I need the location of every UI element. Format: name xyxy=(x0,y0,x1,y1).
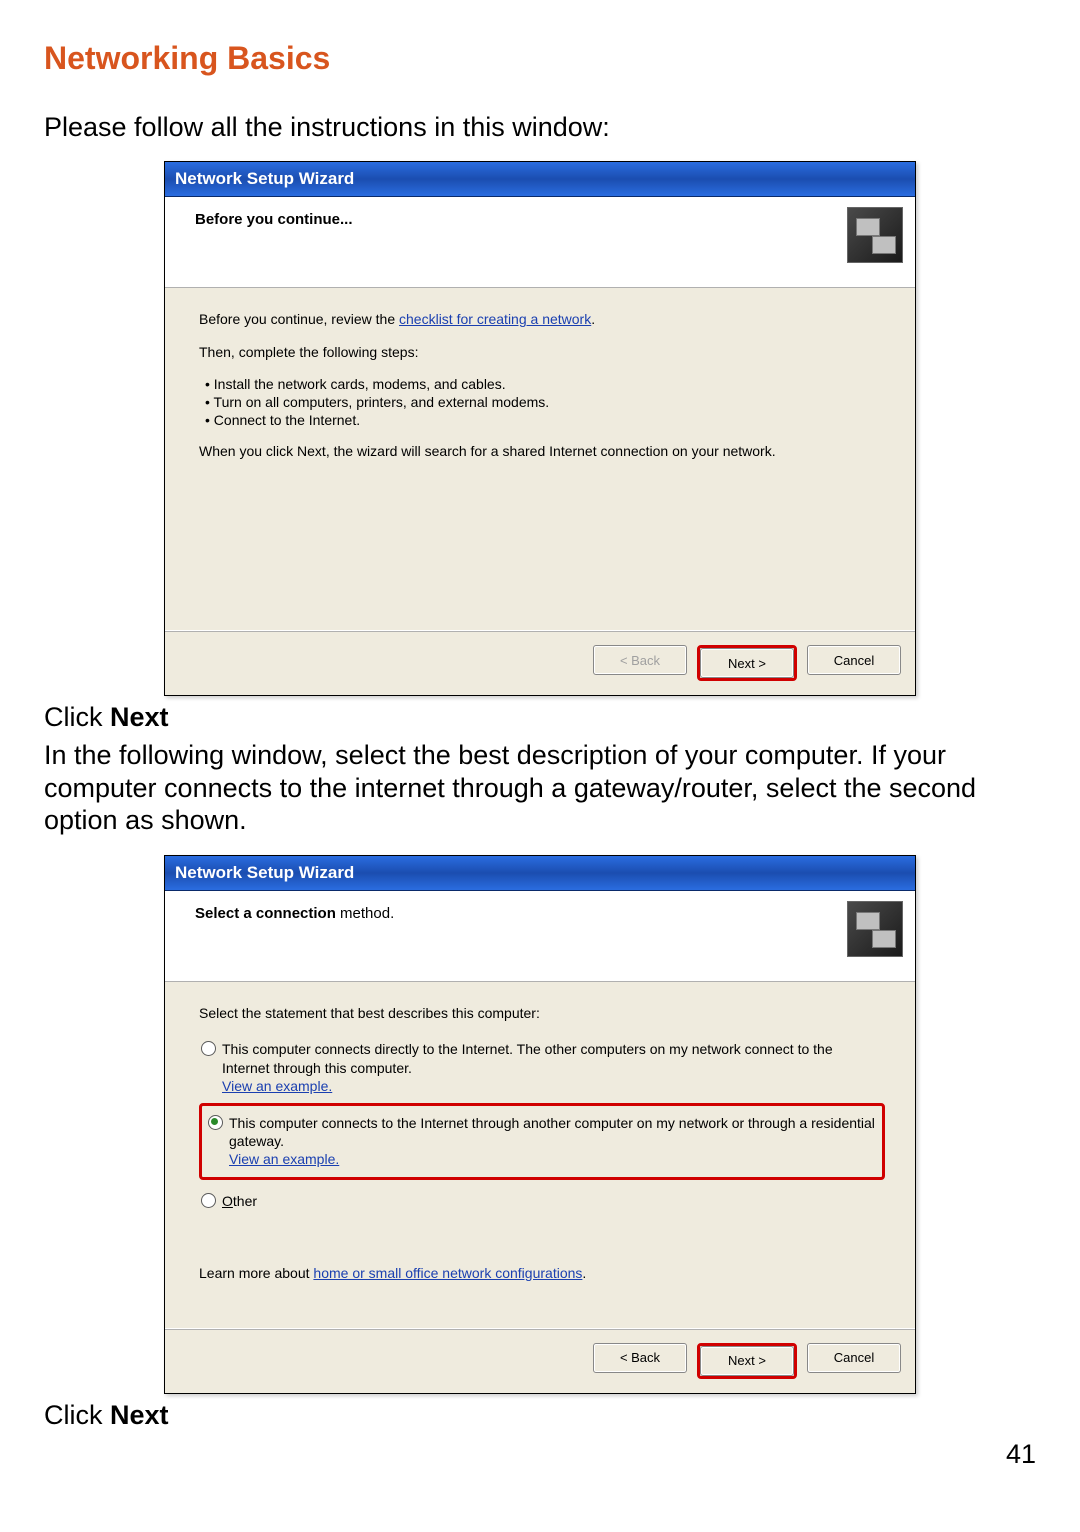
network-icon xyxy=(847,901,903,957)
click-next-2: Click Next xyxy=(44,1400,1036,1431)
learn-pre: Learn more about xyxy=(199,1265,313,1281)
wizard2-body: Select the statement that best describes… xyxy=(165,982,915,1328)
option-direct-connection[interactable]: This computer connects directly to the I… xyxy=(199,1036,885,1099)
wizard-before-you-continue: Network Setup Wizard Before you continue… xyxy=(164,161,916,696)
click-next-prefix-2: Click xyxy=(44,1400,110,1430)
wizard2-learn-more: Learn more about home or small office ne… xyxy=(199,1264,885,1283)
option2-label: This computer connects to the Internet t… xyxy=(229,1114,876,1169)
wizard1-bullet2: Turn on all computers, printers, and ext… xyxy=(205,394,885,410)
wizard2-header-bold: Select a connection xyxy=(195,905,336,922)
wizard1-header: Before you continue... xyxy=(165,197,915,288)
click-next-1: Click Next xyxy=(44,702,1036,733)
option-gateway-connection[interactable]: This computer connects to the Internet t… xyxy=(206,1110,878,1173)
wizard2-titlebar: Network Setup Wizard xyxy=(165,856,915,891)
wizard1-line2: Then, complete the following steps: xyxy=(199,343,885,362)
wizard2-header: Select a connection method. xyxy=(165,891,915,982)
page-heading: Networking Basics xyxy=(44,40,1036,77)
wizard1-header-title: Before you continue... xyxy=(195,209,353,228)
wizard1-buttons: < Back Next > Cancel xyxy=(165,630,915,695)
option2-text: This computer connects to the Internet t… xyxy=(229,1115,875,1149)
back-button[interactable]: < Back xyxy=(593,1343,687,1373)
wizard1-bullets: Install the network cards, modems, and c… xyxy=(199,376,885,428)
network-icon xyxy=(847,207,903,263)
view-example-link-2[interactable]: View an example. xyxy=(229,1151,339,1167)
option1-label: This computer connects directly to the I… xyxy=(222,1040,883,1095)
wizard1-bullet3: Connect to the Internet. xyxy=(205,412,885,428)
wizard1-title: Network Setup Wizard xyxy=(175,169,354,189)
wizard1-bullet1: Install the network cards, modems, and c… xyxy=(205,376,885,392)
learn-more-link[interactable]: home or small office network configurati… xyxy=(313,1265,582,1281)
option-gateway-highlight: This computer connects to the Internet t… xyxy=(199,1103,885,1180)
click-next-prefix: Click xyxy=(44,702,110,732)
page-number: 41 xyxy=(1006,1439,1036,1470)
option1-text: This computer connects directly to the I… xyxy=(222,1041,833,1075)
wizard-select-connection: Network Setup Wizard Select a connection… xyxy=(164,855,916,1394)
wizard2-title: Network Setup Wizard xyxy=(175,863,354,883)
option-other[interactable]: Other xyxy=(199,1188,885,1214)
wizard2-prompt: Select the statement that best describes… xyxy=(199,1004,885,1023)
next-button[interactable]: Next > xyxy=(700,648,794,678)
intro-text: Please follow all the instructions in th… xyxy=(44,111,1036,143)
wizard1-body: Before you continue, review the checklis… xyxy=(165,288,915,630)
cancel-button[interactable]: Cancel xyxy=(807,1343,901,1373)
click-next-bold-2: Next xyxy=(110,1400,169,1430)
radio-icon xyxy=(201,1193,216,1208)
radio-icon-checked xyxy=(208,1115,223,1130)
option3-label: Other xyxy=(222,1192,883,1210)
back-button[interactable]: < Back xyxy=(593,645,687,675)
click-next-bold: Next xyxy=(110,702,169,732)
wizard1-line1-pre: Before you continue, review the xyxy=(199,311,399,327)
wizard2-buttons: < Back Next > Cancel xyxy=(165,1328,915,1393)
next-button-highlight: Next > xyxy=(697,1343,797,1379)
radio-icon xyxy=(201,1041,216,1056)
wizard1-line1: Before you continue, review the checklis… xyxy=(199,310,885,329)
cancel-button[interactable]: Cancel xyxy=(807,645,901,675)
wizard2-header-rest: method. xyxy=(336,905,394,922)
wizard2-header-title: Select a connection method. xyxy=(195,903,394,922)
next-button[interactable]: Next > xyxy=(700,1346,794,1376)
next-button-highlight: Next > xyxy=(697,645,797,681)
view-example-link-1[interactable]: View an example. xyxy=(222,1078,332,1094)
wizard1-line3: When you click Next, the wizard will sea… xyxy=(199,442,885,461)
paragraph-2: In the following window, select the best… xyxy=(44,739,1036,836)
wizard1-titlebar: Network Setup Wizard xyxy=(165,162,915,197)
checklist-link[interactable]: checklist for creating a network xyxy=(399,311,591,327)
